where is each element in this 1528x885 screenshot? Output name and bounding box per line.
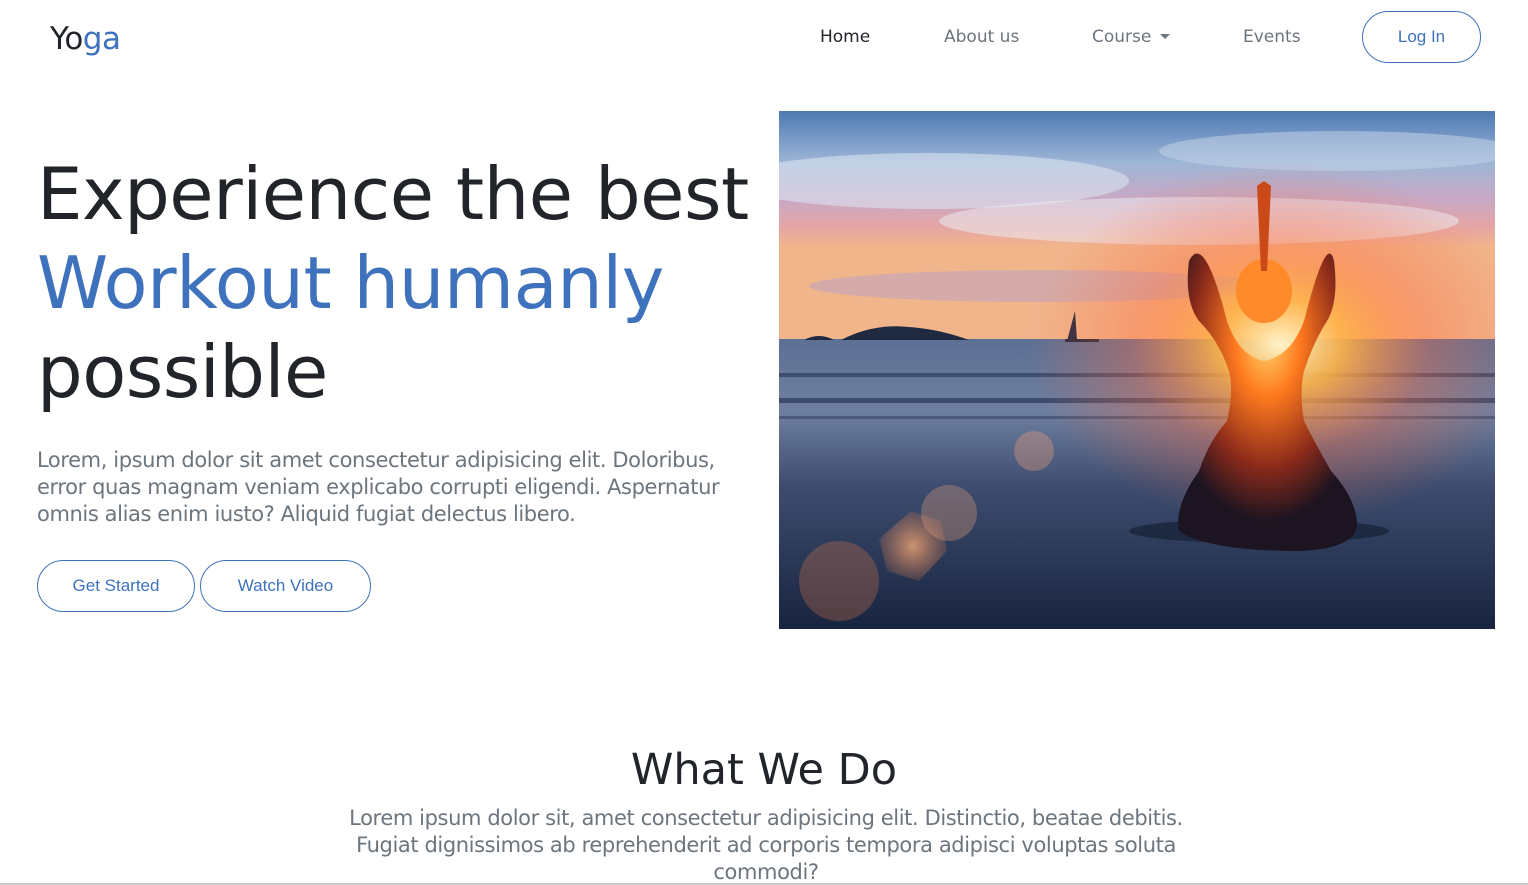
hero-description: Lorem, ipsum dolor sit amet consectetur … [37,448,720,526]
hero-title: Experience the best Workout humanly poss… [37,150,749,417]
nav-link-events[interactable]: Events [1243,25,1301,49]
what-we-do-description: Lorem ipsum dolor sit, amet consectetur … [349,806,1183,884]
navbar: Yoga Home About us Course Events Log In [0,0,1528,80]
hero-title-line1: Experience the best [37,152,749,236]
get-started-button[interactable]: Get Started [37,560,195,612]
brand-logo-part2: ga [82,21,121,57]
nav-dropdown-course[interactable]: Course [1092,25,1171,49]
brand-logo[interactable]: Yoga [50,18,121,60]
hero-title-line2: Workout humanly [37,241,664,325]
hero-image [779,111,1495,629]
nav-dropdown-course-label: Course [1092,27,1152,47]
hero-title-line3: possible [37,330,328,414]
nav-link-about-us[interactable]: About us [944,25,1019,49]
what-we-do-title: What We Do [630,745,898,795]
caret-down-icon [1160,34,1171,39]
brand-logo-part1: Yo [50,21,83,57]
login-button[interactable]: Log In [1362,11,1481,63]
watch-video-button[interactable]: Watch Video [200,560,371,612]
nav-link-home[interactable]: Home [820,25,870,49]
hero-image-yoga-sunset [779,111,1495,629]
